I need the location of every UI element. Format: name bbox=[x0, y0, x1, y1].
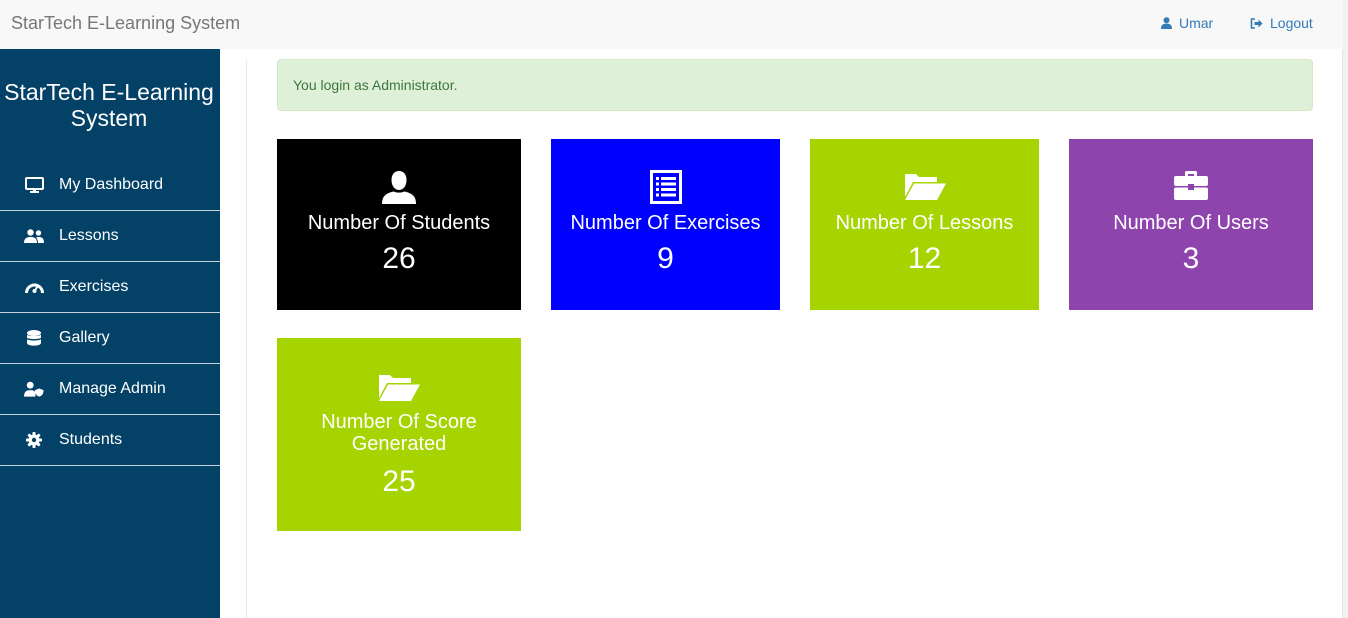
tile-value: 25 bbox=[382, 465, 416, 498]
tile-lessons[interactable]: Number Of Lessons 12 bbox=[810, 139, 1039, 310]
sidebar-item-label: My Dashboard bbox=[59, 176, 164, 193]
sidebar-item-label: Gallery bbox=[59, 329, 110, 346]
gauge-icon bbox=[24, 278, 44, 296]
tile-label: Number Of Students bbox=[307, 212, 491, 234]
logout-icon bbox=[1250, 17, 1263, 29]
user-menu-link[interactable]: Umar bbox=[1161, 15, 1213, 31]
gear-icon bbox=[24, 431, 44, 449]
tile-exercises[interactable]: Number Of Exercises 9 bbox=[551, 139, 780, 310]
content-left-border bbox=[246, 60, 247, 618]
sidebar-item-gallery[interactable]: Gallery bbox=[0, 313, 220, 364]
sidebar-item-label: Exercises bbox=[59, 278, 129, 295]
database-icon bbox=[24, 329, 44, 347]
tile-label: Number Of Users bbox=[1113, 212, 1269, 234]
folder-open-icon bbox=[277, 371, 521, 403]
alert-message: You login as Administrator. bbox=[293, 77, 458, 93]
tile-value: 9 bbox=[657, 242, 674, 275]
sidebar: StarTech E-Learning System My Dashboard … bbox=[0, 49, 220, 618]
folder-open-icon bbox=[810, 170, 1039, 204]
tile-students[interactable]: Number Of Students 26 bbox=[277, 139, 521, 310]
sidebar-item-label: Students bbox=[59, 431, 123, 448]
tile-label: Number Of Exercises bbox=[570, 212, 761, 234]
user-icon bbox=[1161, 17, 1172, 29]
sidebar-item-students[interactable]: Students bbox=[0, 415, 220, 466]
sidebar-item-exercises[interactable]: Exercises bbox=[0, 262, 220, 313]
sidebar-menu: My Dashboard Lessons Exercises Gallery M… bbox=[0, 160, 220, 466]
sidebar-item-manage-admin[interactable]: Manage Admin bbox=[0, 364, 220, 415]
user-silhouette-icon bbox=[277, 170, 521, 204]
tile-score-generated[interactable]: Number Of Score Generated 25 bbox=[277, 338, 521, 531]
sidebar-title: StarTech E-Learning System bbox=[4, 79, 214, 131]
user-shield-icon bbox=[24, 380, 44, 398]
sidebar-item-label: Lessons bbox=[59, 227, 119, 244]
tile-label: Number Of Score Generated bbox=[321, 411, 477, 455]
briefcase-icon bbox=[1069, 170, 1313, 204]
tile-value: 26 bbox=[382, 242, 416, 275]
user-name: Umar bbox=[1179, 15, 1214, 31]
sidebar-item-my-dashboard[interactable]: My Dashboard bbox=[0, 160, 220, 211]
navbar-brand[interactable]: StarTech E-Learning System bbox=[11, 13, 240, 34]
top-navbar: StarTech E-Learning System Umar Logout bbox=[0, 0, 1348, 49]
window-scrollbar[interactable] bbox=[1343, 0, 1348, 618]
sidebar-item-label: Manage Admin bbox=[59, 380, 166, 397]
monitor-icon bbox=[24, 176, 44, 194]
tile-value: 12 bbox=[907, 242, 942, 275]
sidebar-item-lessons[interactable]: Lessons bbox=[0, 211, 220, 262]
tile-users[interactable]: Number Of Users 3 bbox=[1069, 139, 1313, 310]
list-icon bbox=[551, 170, 780, 204]
users-icon bbox=[24, 227, 44, 245]
tile-value: 3 bbox=[1182, 242, 1200, 275]
tile-label: Number Of Lessons bbox=[835, 212, 1014, 234]
logout-link[interactable]: Logout bbox=[1250, 15, 1313, 31]
logout-label: Logout bbox=[1270, 15, 1313, 31]
login-alert: You login as Administrator. bbox=[277, 59, 1313, 111]
